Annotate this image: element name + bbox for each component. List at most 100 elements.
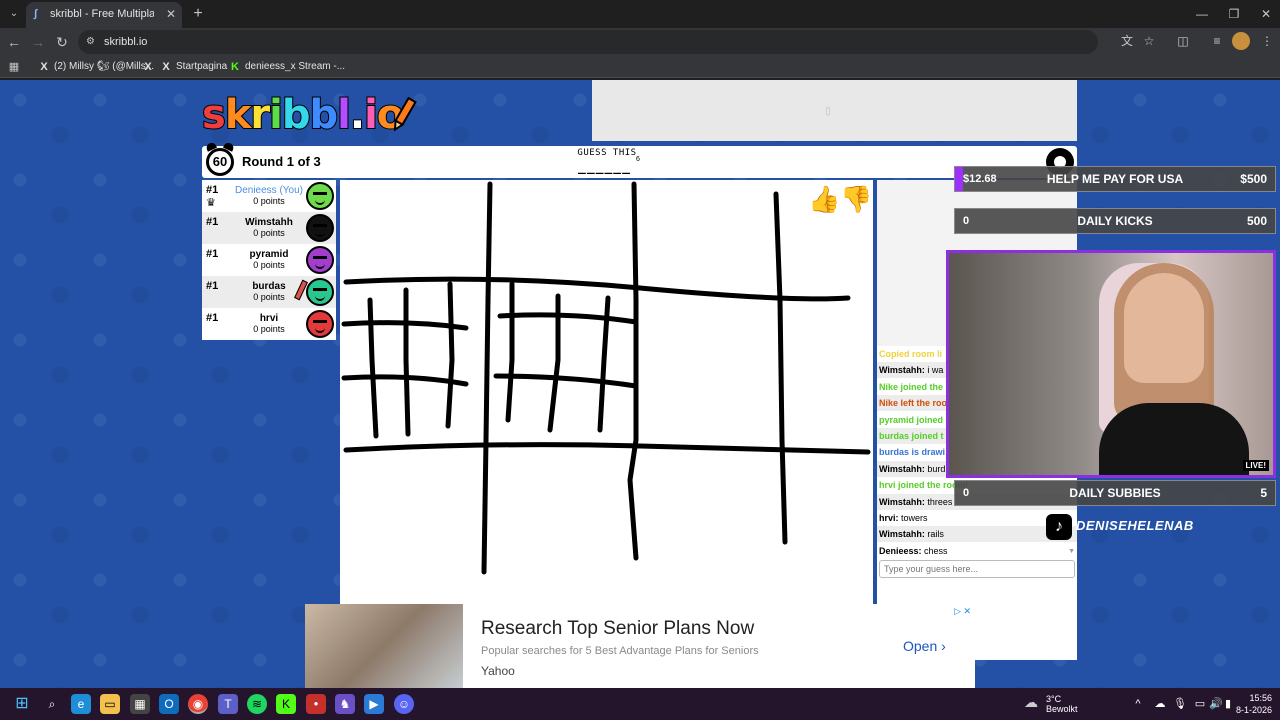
scroll-down-icon[interactable]: ▼ (1068, 548, 1075, 555)
player-avatar (306, 310, 334, 338)
player-avatar (306, 278, 334, 306)
forward-arrow-icon[interactable]: → (28, 32, 48, 52)
restore-button[interactable]: ❐ (1222, 4, 1246, 24)
edge-icon[interactable]: e (71, 694, 91, 714)
apps-grid-icon[interactable]: ▦ (4, 57, 24, 77)
microphone-icon[interactable]: 🎙 (1172, 696, 1188, 712)
x-logo-icon: X (40, 61, 48, 73)
app-icon[interactable]: ▶ (364, 694, 384, 714)
search-icon[interactable]: ⌕ (42, 694, 62, 714)
extensions-icon[interactable]: ◫ (1174, 32, 1192, 50)
bookmark-label: Startpagina (176, 61, 228, 72)
bookmarks-bar: ▦ X (2) Millsy 🐿 (@Mills... X X Startpag… (0, 56, 1280, 78)
chat-text: burdas joined t (879, 431, 944, 441)
windows-start-icon[interactable]: ⊞ (12, 694, 32, 714)
timer-value: 60 (206, 148, 234, 176)
reading-list-icon[interactable]: ≡ (1208, 32, 1226, 50)
minimize-button[interactable]: — (1190, 4, 1214, 24)
teams-icon[interactable]: T (218, 694, 238, 714)
file-explorer-icon[interactable]: ▭ (100, 694, 120, 714)
ad-headline[interactable]: Research Top Senior Plans Now (481, 618, 754, 640)
translate-icon[interactable]: 文 (1118, 32, 1136, 50)
chevron-down-icon[interactable]: ⌄ (626, 587, 650, 601)
kick-icon[interactable]: K (276, 694, 296, 714)
bookmark-startpagina[interactable]: X Startpagina (160, 59, 227, 75)
logo-letter: i (268, 91, 284, 139)
player-row[interactable]: #1 burdas 0 points (202, 276, 336, 308)
stroke (403, 287, 411, 437)
reload-icon[interactable]: ↻ (52, 32, 72, 52)
player-name: hrvi (259, 313, 279, 324)
browser-tab-bar: ⌄ ∫ skribbl - Free Multiplayer Drawing ✕… (0, 0, 1280, 28)
player-rank: #1 (206, 216, 219, 228)
ad-choices-icon[interactable]: ▷ ✕ (954, 606, 971, 617)
chat-author: Wimstahh: (879, 529, 925, 540)
player-row[interactable]: #1 Wimstahh 0 points (202, 212, 336, 244)
taskbar-date[interactable]: 8-1-2026 (1228, 705, 1272, 715)
chat-guess-input[interactable] (879, 560, 1075, 578)
bookmark-millsy[interactable]: X (2) Millsy 🐿 (@Mills... (38, 59, 154, 75)
stroke (505, 281, 515, 423)
player-row[interactable]: #1 hrvi 0 points (202, 308, 336, 340)
new-tab-button[interactable]: + (188, 4, 208, 24)
guess-this-label: GUESS THIS (577, 148, 637, 158)
kick-logo-icon: K (231, 61, 239, 73)
chat-text: Nike joined the (879, 381, 944, 392)
chat-text: pyramid joined (879, 414, 944, 425)
bookmark-stream[interactable]: K denieess_x Stream -... (229, 59, 345, 75)
cloud-sync-icon[interactable]: ☁ (1152, 696, 1168, 712)
thumbs-up-icon[interactable]: 👍 (808, 184, 840, 214)
tab-search-icon[interactable]: ⌄ (6, 6, 22, 22)
site-info-icon[interactable]: ⚙ (86, 30, 95, 54)
taskbar-time[interactable]: 15:56 (1236, 693, 1272, 703)
ad-description: Popular searches for 5 Best Advantage Pl… (481, 645, 759, 657)
stroke (343, 442, 871, 455)
tiktok-handle: DENISEHELENAB (1076, 518, 1194, 533)
bookmark-label: denieess_x Stream -... (245, 61, 346, 72)
bottom-ad[interactable]: Research Top Senior Plans Now Popular se… (305, 604, 975, 688)
profile-avatar[interactable] (1232, 32, 1250, 50)
address-bar[interactable]: ⚙ skribbl.io (78, 30, 1098, 54)
spotify-icon[interactable]: ≋ (247, 694, 267, 714)
goal-target: 5 (1260, 486, 1267, 500)
chat-text: rails (924, 529, 944, 540)
skribbl-favicon-icon: ∫ (34, 8, 38, 20)
monitor-icon[interactable]: ▭ (1192, 696, 1208, 712)
game-app-icon[interactable]: ♞ (335, 694, 355, 714)
bookmark-star-icon[interactable]: ☆ (1140, 32, 1158, 50)
weather-widget[interactable]: ☁ 3°C Bewolkt (1024, 692, 1104, 716)
drawing-canvas[interactable]: 👍 👎 (340, 180, 873, 660)
goal-title: HELP ME PAY FOR USA (1046, 172, 1184, 186)
windows-taskbar: ⊞ ⌕ e ▭ ▦ O ◉ T ≋ K ● ♞ ▶ ☺ ☁ 3°C Bewolk… (0, 688, 1280, 720)
bookmark-x[interactable]: X (142, 59, 158, 75)
recorder-icon[interactable]: ● (306, 694, 326, 714)
skribbl-page: skribbl.io ▯ 60 Round 1 of 3 GUESS THIS … (0, 80, 1280, 688)
player-rank: #1 (206, 280, 219, 292)
store-icon[interactable]: ▦ (130, 694, 150, 714)
back-arrow-icon[interactable]: ← (4, 32, 24, 52)
chat-author: Wimstahh: (879, 496, 925, 507)
weather-condition: Bewolkt (1046, 704, 1078, 714)
chat-text: chess (921, 545, 948, 556)
player-row[interactable]: #1 pyramid 0 points (202, 244, 336, 276)
chevron-up-icon[interactable]: ^ (1130, 696, 1146, 712)
player-points: 0 points (253, 324, 285, 334)
chat-author: hrvi: (879, 513, 899, 523)
streamer-webcam: LIVE! (946, 250, 1276, 478)
player-row[interactable]: #1 Denieess (You) 0 points ♛ (202, 180, 336, 212)
chat-author: Wimstahh: (879, 365, 925, 376)
chat-text: Nike left the roo (879, 398, 948, 409)
streamer-face (1124, 273, 1204, 383)
ad-open-button[interactable]: Open › (903, 638, 946, 654)
chrome-icon[interactable]: ◉ (188, 694, 208, 714)
ad-photo (305, 604, 463, 688)
menu-dots-icon[interactable]: ⋮ (1258, 32, 1276, 50)
close-tab-icon[interactable]: ✕ (166, 2, 176, 26)
browser-tab-active[interactable]: ∫ skribbl - Free Multiplayer Drawing ✕ (26, 2, 182, 28)
top-ad-banner[interactable]: ▯ (592, 80, 1077, 141)
outlook-icon[interactable]: O (159, 694, 179, 714)
close-window-button[interactable]: ✕ (1254, 4, 1278, 24)
thumbs-down-icon[interactable]: 👎 (840, 184, 872, 214)
discord-icon[interactable]: ☺ (394, 694, 414, 714)
player-name: pyramid (249, 249, 289, 260)
